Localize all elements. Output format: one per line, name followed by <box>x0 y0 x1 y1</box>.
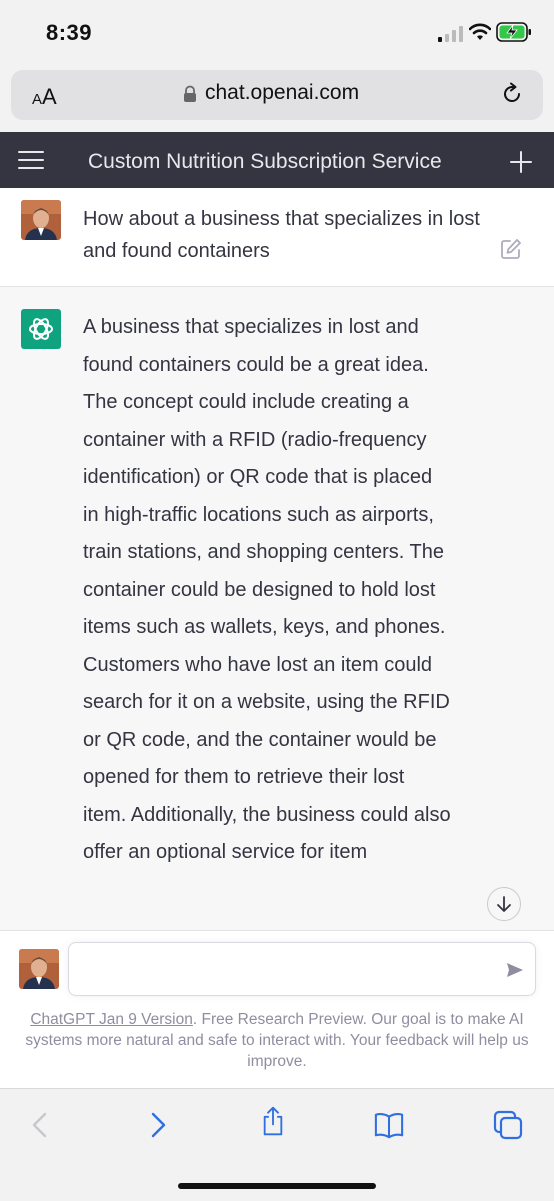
message-input[interactable] <box>68 942 536 996</box>
bookmarks-icon[interactable] <box>374 1110 404 1140</box>
assistant-message-viewport: A business that specializes in lost and … <box>0 287 554 930</box>
lock-icon <box>184 85 196 102</box>
user-avatar <box>19 949 59 989</box>
forward-icon[interactable] <box>143 1110 173 1140</box>
reader-settings-button[interactable]: AA <box>32 84 57 110</box>
plus-icon[interactable] <box>510 151 532 173</box>
home-indicator <box>178 1183 376 1189</box>
user-avatar <box>21 200 61 240</box>
assistant-message-text: A business that specializes in lost and … <box>83 316 451 863</box>
scroll-to-bottom-button[interactable] <box>487 887 521 921</box>
footer-disclaimer: ChatGPT Jan 9 Version. Free Research Pre… <box>25 1011 529 1070</box>
send-icon[interactable] <box>505 960 525 980</box>
share-icon[interactable] <box>258 1106 288 1136</box>
menu-icon[interactable] <box>18 150 44 170</box>
reload-icon[interactable] <box>500 82 524 106</box>
user-message-text: How about a business that specializes in… <box>83 208 480 262</box>
edit-icon[interactable] <box>500 238 522 260</box>
back-icon[interactable] <box>27 1110 57 1140</box>
arrow-down-icon <box>497 896 511 912</box>
version-link[interactable]: ChatGPT Jan 9 Version <box>30 1011 193 1028</box>
wifi-icon <box>469 23 491 40</box>
url-text[interactable]: chat.openai.com <box>205 81 359 105</box>
conversation-title: Custom Nutrition Subscription Service <box>88 150 442 173</box>
cellular-signal-icon <box>438 26 463 42</box>
tabs-icon[interactable] <box>493 1110 523 1140</box>
status-time: 8:39 <box>46 20 93 45</box>
battery-charging-icon <box>496 22 531 42</box>
